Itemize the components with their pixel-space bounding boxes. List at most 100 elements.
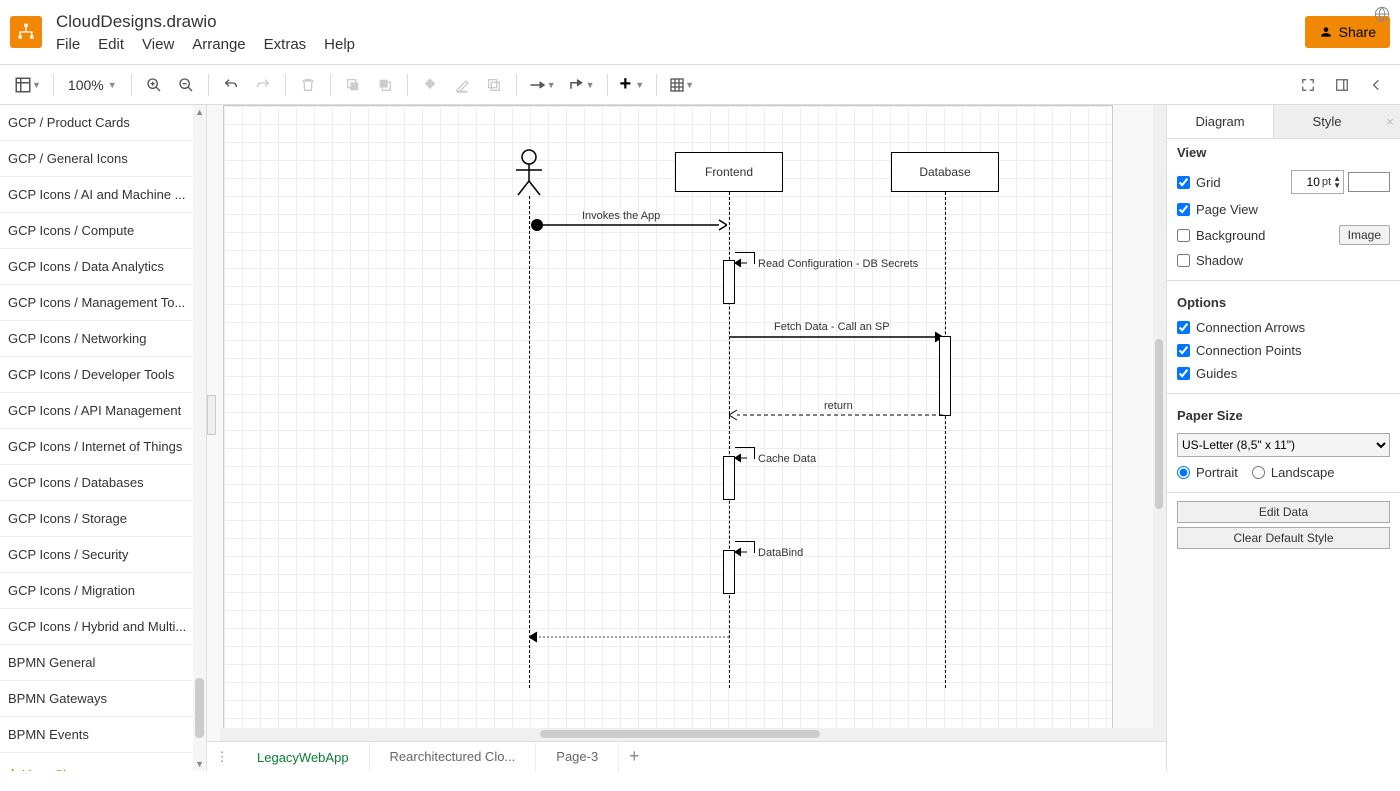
message-label: Cache Data	[758, 453, 816, 465]
page-tab[interactable]: Rearchitectured Clo...	[370, 742, 537, 772]
shape-category[interactable]: GCP / Product Cards	[0, 105, 206, 141]
shape-category[interactable]: BPMN Events	[0, 717, 206, 753]
menu-arrange[interactable]: Arrange	[192, 36, 245, 53]
page-view-checkbox[interactable]: Page View	[1177, 202, 1258, 217]
collapse-left-panel[interactable]	[207, 395, 216, 435]
self-message-arrow[interactable]	[735, 453, 749, 463]
guides-checkbox[interactable]: Guides	[1177, 366, 1237, 381]
scroll-up-icon[interactable]: ▲	[195, 107, 204, 117]
shape-category[interactable]: GCP Icons / Data Analytics	[0, 249, 206, 285]
activation-bar[interactable]	[939, 336, 951, 416]
activation-bar[interactable]	[723, 456, 735, 500]
view-heading: View	[1167, 139, 1400, 166]
redo-button[interactable]	[249, 71, 277, 99]
shape-category[interactable]: GCP / General Icons	[0, 141, 206, 177]
shape-category[interactable]: GCP Icons / Management To...	[0, 285, 206, 321]
actor-lifeline[interactable]	[529, 196, 530, 688]
canvas[interactable]: Frontend Database Invokes the App Read C…	[207, 105, 1166, 741]
scrollbar-thumb[interactable]	[195, 678, 204, 738]
document-title[interactable]: CloudDesigns.drawio	[56, 12, 355, 32]
page-tab[interactable]: Page-3	[536, 742, 619, 772]
self-message-arrow[interactable]	[735, 547, 749, 557]
shape-category[interactable]: BPMN General	[0, 645, 206, 681]
fullscreen-icon[interactable]	[1294, 71, 1322, 99]
app-logo[interactable]	[10, 16, 42, 48]
connection-points-checkbox[interactable]: Connection Points	[1177, 343, 1302, 358]
self-message-arrow[interactable]	[735, 258, 749, 268]
zoom-out-icon[interactable]	[172, 71, 200, 99]
return-arrow[interactable]	[529, 631, 729, 643]
activation-bar[interactable]	[723, 550, 735, 594]
line-color-button[interactable]	[448, 71, 476, 99]
shape-category[interactable]: GCP Icons / Storage	[0, 501, 206, 537]
background-image-button[interactable]: Image	[1339, 225, 1390, 245]
shape-category[interactable]: GCP Icons / AI and Machine ...	[0, 177, 206, 213]
frontend-participant[interactable]: Frontend	[675, 152, 783, 192]
message-label: Fetch Data - Call an SP	[774, 321, 890, 333]
zoom-level[interactable]: 100%▼	[62, 77, 123, 93]
shape-category[interactable]: GCP Icons / Internet of Things	[0, 429, 206, 465]
more-shapes-button[interactable]: +More Shapes...	[0, 753, 206, 771]
shape-category[interactable]: GCP Icons / Compute	[0, 213, 206, 249]
menu-view[interactable]: View	[142, 36, 174, 53]
actor-icon[interactable]	[514, 149, 544, 197]
share-label: Share	[1339, 24, 1376, 40]
menu-edit[interactable]: Edit	[98, 36, 124, 53]
format-panel-icon[interactable]	[1328, 71, 1356, 99]
grid-checkbox[interactable]: Grid	[1177, 175, 1221, 190]
database-participant[interactable]: Database	[891, 152, 999, 192]
edit-data-button[interactable]: Edit Data	[1177, 501, 1390, 523]
delete-button[interactable]	[294, 71, 322, 99]
add-page-button[interactable]: +	[619, 746, 649, 767]
background-checkbox[interactable]: Background	[1177, 228, 1265, 243]
shape-category[interactable]: GCP Icons / Developer Tools	[0, 357, 206, 393]
table-dropdown[interactable]: ▼	[665, 71, 698, 99]
shape-category[interactable]: BPMN Gateways	[0, 681, 206, 717]
fill-color-button[interactable]	[416, 71, 444, 99]
vertical-scrollbar[interactable]	[1153, 105, 1166, 741]
scroll-down-icon[interactable]: ▼	[195, 759, 204, 769]
tab-style[interactable]: Style	[1274, 105, 1380, 138]
clear-default-style-button[interactable]: Clear Default Style	[1177, 527, 1390, 549]
globe-icon[interactable]	[1374, 6, 1390, 25]
shape-category[interactable]: GCP Icons / Migration	[0, 573, 206, 609]
grid-color-swatch[interactable]	[1348, 172, 1390, 192]
connection-dropdown[interactable]: ▼	[525, 71, 560, 99]
waypoint-dropdown[interactable]: ▼	[564, 71, 599, 99]
collapse-icon[interactable]	[1362, 71, 1390, 99]
shape-category[interactable]: GCP Icons / Networking	[0, 321, 206, 357]
shape-category[interactable]: GCP Icons / Hybrid and Multi...	[0, 609, 206, 645]
zoom-in-icon[interactable]	[140, 71, 168, 99]
scrollbar-thumb[interactable]	[540, 730, 820, 738]
activation-bar[interactable]	[723, 260, 735, 304]
stepper-down-icon[interactable]: ▼	[1333, 182, 1341, 189]
page-tab[interactable]: LegacyWebApp	[237, 742, 370, 772]
shadow-button[interactable]	[480, 71, 508, 99]
close-panel-icon[interactable]: ×	[1380, 105, 1400, 138]
menu-extras[interactable]: Extras	[264, 36, 307, 53]
grid-size-input[interactable]	[1294, 171, 1322, 193]
portrait-radio[interactable]: Portrait	[1177, 465, 1238, 480]
view-dropdown[interactable]: ▼	[10, 71, 45, 99]
shape-category[interactable]: GCP Icons / Databases	[0, 465, 206, 501]
message-label: DataBind	[758, 547, 803, 559]
insert-dropdown[interactable]: +▼	[616, 71, 649, 99]
landscape-radio[interactable]: Landscape	[1252, 465, 1335, 480]
undo-button[interactable]	[217, 71, 245, 99]
paper-size-select[interactable]: US-Letter (8,5" x 11")	[1177, 433, 1390, 457]
menu-help[interactable]: Help	[324, 36, 355, 53]
connection-arrows-checkbox[interactable]: Connection Arrows	[1177, 320, 1305, 335]
to-back-button[interactable]	[371, 71, 399, 99]
shadow-checkbox[interactable]: Shadow	[1177, 253, 1243, 268]
database-lifeline[interactable]	[945, 192, 946, 688]
to-front-button[interactable]	[339, 71, 367, 99]
shape-category[interactable]: GCP Icons / Security	[0, 537, 206, 573]
shape-category[interactable]: GCP Icons / API Management	[0, 393, 206, 429]
menu-file[interactable]: File	[56, 36, 80, 53]
message-label: return	[824, 400, 853, 412]
scrollbar-thumb[interactable]	[1155, 339, 1163, 509]
horizontal-scrollbar[interactable]	[220, 728, 1153, 741]
tab-diagram[interactable]: Diagram	[1167, 105, 1274, 138]
tabs-menu-icon[interactable]: ⋮	[207, 749, 237, 765]
format-panel: Diagram Style × View Grid pt▲▼ Page View…	[1166, 105, 1400, 771]
